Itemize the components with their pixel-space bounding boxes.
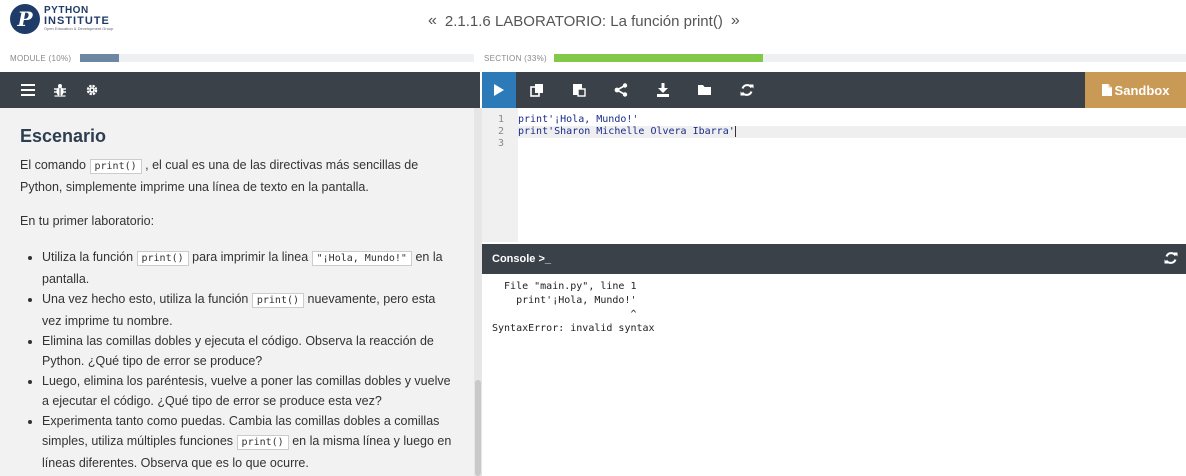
section-progress-label: SECTION (33%) bbox=[484, 53, 548, 63]
header: P PYTHON INSTITUTE Open Education & Deve… bbox=[0, 0, 1186, 48]
lesson-nav: « 2.1.1.6 LABORATORIO: La función print(… bbox=[420, 12, 820, 30]
editor-toolbar: Sandbox bbox=[482, 72, 1186, 108]
sandbox-label: Sandbox bbox=[1114, 82, 1170, 98]
intro-paragraph: El comando print() , el cual es una de l… bbox=[20, 155, 454, 197]
prev-lesson-button[interactable]: « bbox=[428, 12, 437, 30]
code-editor[interactable]: 1 print'¡Hola, Mundo!' 2 print'Sharon Mi… bbox=[482, 108, 1186, 242]
task-item-2: Una vez hecho esto, utiliza la función p… bbox=[42, 289, 454, 331]
task1-text-b: para imprimir la linea bbox=[192, 250, 309, 264]
code-line-3[interactable]: 3 bbox=[482, 138, 518, 150]
logo-line3: Open Education & Development Group bbox=[44, 26, 114, 31]
code-line-2[interactable]: 2 print'Sharon Michelle Olvera Ibarra' bbox=[482, 126, 736, 138]
lab-paragraph: En tu primer laboratorio: bbox=[20, 214, 155, 228]
play-icon bbox=[494, 84, 504, 96]
text-cursor bbox=[734, 126, 736, 137]
intro-code: print() bbox=[89, 159, 142, 174]
task2-code1: print() bbox=[251, 293, 305, 308]
content-scroll-thumb[interactable] bbox=[475, 380, 481, 476]
gear-icon bbox=[86, 84, 98, 96]
lesson-content: Escenario El comando print() , el cual e… bbox=[0, 108, 474, 476]
code-text[interactable] bbox=[508, 138, 518, 150]
menu-button[interactable] bbox=[12, 74, 44, 106]
section-progress: SECTION (33%) bbox=[484, 52, 1186, 64]
line-number: 3 bbox=[497, 138, 504, 149]
task-item-1: Utiliza la función print() para imprimir… bbox=[42, 247, 454, 289]
task-item-5: Experimenta tanto como puedas. Cambia la… bbox=[42, 411, 454, 473]
code-line-1[interactable]: 1 print'¡Hola, Mundo!' bbox=[482, 114, 638, 126]
task-item-3: Elimina las comillas dobles y ejecuta el… bbox=[42, 331, 454, 371]
download-icon bbox=[657, 83, 669, 97]
line-number: 2 bbox=[497, 126, 504, 137]
section-progress-track bbox=[554, 54, 1186, 62]
code-text[interactable]: print'¡Hola, Mundo!' bbox=[508, 114, 638, 126]
lesson-title: 2.1.1.6 LABORATORIO: La función print() bbox=[444, 12, 723, 30]
task1-text-a: Utiliza la función bbox=[42, 250, 134, 264]
code-text[interactable]: print'Sharon Michelle Olvera Ibarra' bbox=[508, 126, 735, 138]
module-progress-fill bbox=[80, 54, 120, 62]
console-header: Console >_ bbox=[482, 244, 1186, 274]
task1-code1: print() bbox=[136, 251, 189, 266]
settings-button[interactable] bbox=[76, 74, 108, 106]
debug-button[interactable] bbox=[44, 74, 76, 106]
copy-button[interactable] bbox=[516, 72, 558, 108]
intro-text-a: El comando bbox=[20, 158, 87, 172]
line-number: 1 bbox=[497, 114, 504, 125]
paste-button[interactable] bbox=[558, 72, 600, 108]
menu-icon bbox=[21, 84, 35, 96]
reset-button[interactable] bbox=[726, 72, 768, 108]
folder-icon bbox=[698, 85, 711, 95]
download-button[interactable] bbox=[642, 72, 684, 108]
sandbox-button[interactable]: Sandbox bbox=[1085, 72, 1186, 108]
share-button[interactable] bbox=[600, 72, 642, 108]
share-icon bbox=[614, 83, 628, 97]
content-scrollbar[interactable] bbox=[474, 108, 482, 476]
console-label: Console >_ bbox=[492, 253, 551, 265]
lesson-heading: Escenario bbox=[20, 126, 107, 146]
refresh-icon bbox=[740, 84, 754, 96]
logo-badge-icon: P bbox=[10, 4, 40, 34]
console-refresh-button[interactable] bbox=[1164, 251, 1178, 268]
next-lesson-button[interactable]: » bbox=[731, 12, 740, 30]
task5-code1: print() bbox=[236, 435, 289, 450]
section-progress-fill bbox=[554, 54, 763, 62]
copy-icon bbox=[530, 84, 543, 97]
module-progress: MODULE (10%) bbox=[10, 52, 474, 64]
refresh-icon bbox=[1164, 252, 1178, 264]
console-output: File "main.py", line 1 print'¡Hola, Mund… bbox=[482, 274, 1186, 476]
module-progress-label: MODULE (10%) bbox=[10, 53, 72, 63]
task2-text-a: Una vez hecho esto, utiliza la función bbox=[42, 292, 249, 306]
open-file-button[interactable] bbox=[684, 72, 726, 108]
task1-code2: "¡Hola, Mundo!" bbox=[311, 251, 412, 266]
run-button[interactable] bbox=[482, 72, 516, 108]
file-icon bbox=[1101, 84, 1112, 96]
task-item-4: Luego, elimina los paréntesis, vuelve a … bbox=[42, 371, 454, 411]
paste-icon bbox=[573, 84, 586, 97]
module-progress-track bbox=[80, 54, 474, 62]
bug-icon bbox=[54, 84, 66, 97]
logo-line2: INSTITUTE bbox=[44, 15, 110, 27]
left-toolbar bbox=[0, 72, 480, 108]
logo-text: PYTHON INSTITUTE Open Education & Develo… bbox=[44, 6, 113, 32]
python-institute-logo[interactable]: P PYTHON INSTITUTE Open Education & Deve… bbox=[10, 4, 113, 34]
task-list: Utiliza la función print() para imprimir… bbox=[20, 247, 454, 473]
